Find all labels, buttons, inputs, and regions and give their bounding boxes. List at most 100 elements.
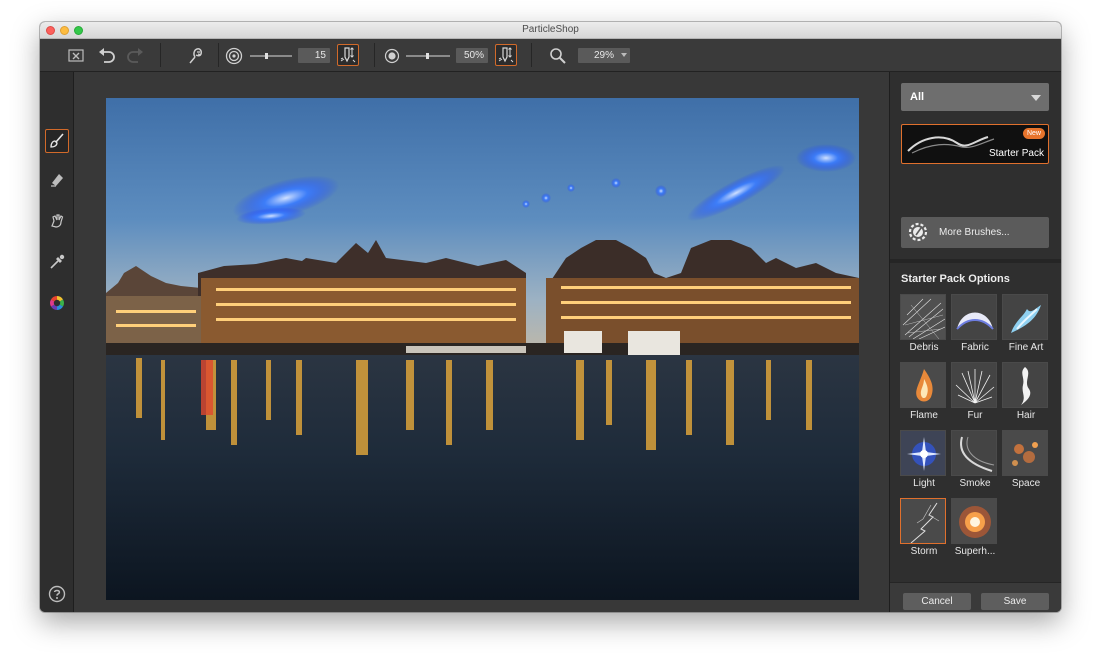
size-slider-thumb[interactable]	[265, 53, 268, 59]
new-badge: New	[1022, 128, 1045, 139]
opacity-pressure-button[interactable]	[495, 44, 517, 66]
chevron-down-icon	[621, 53, 627, 57]
brush-pack-card[interactable]: New Starter Pack	[901, 124, 1049, 164]
app-window: ParticleShop 15 50% 29% All New Starter …	[40, 22, 1061, 612]
brush-tile-fur[interactable]: Fur	[951, 362, 999, 426]
hair-thumbnail	[1002, 362, 1048, 408]
panel-footer: Cancel Save	[890, 582, 1061, 612]
brush-tile-hair[interactable]: Hair	[1002, 362, 1050, 426]
help-icon	[48, 585, 66, 603]
eraser-icon	[51, 174, 63, 187]
chevron-down-icon	[1031, 95, 1041, 101]
window-title: ParticleShop	[522, 24, 579, 35]
clear-canvas-button[interactable]	[66, 46, 88, 66]
clear-icon	[68, 49, 84, 62]
eraser-tool[interactable]	[45, 168, 69, 192]
hand-brush-icon	[189, 48, 202, 64]
brush-tile-smoke[interactable]: Smoke	[951, 430, 999, 494]
size-pressure-button[interactable]	[337, 44, 359, 66]
light-preview	[907, 437, 941, 471]
color-wheel-icon	[50, 296, 64, 310]
brush-tile-space[interactable]: Space	[1002, 430, 1050, 494]
magnifier-icon	[550, 48, 566, 64]
space-preview	[1012, 442, 1038, 466]
brush-gear-icon	[908, 222, 928, 242]
redo-icon	[127, 48, 143, 63]
stylus-pressure-icon	[340, 47, 356, 63]
toolbar-separator	[374, 43, 375, 67]
help-button[interactable]	[45, 582, 69, 606]
opacity-value-field[interactable]: 50%	[456, 48, 488, 63]
brush-label: Hair	[1016, 410, 1036, 421]
opacity-icon-wrap	[382, 46, 402, 66]
brush-category-value: All	[910, 91, 925, 103]
grab-hand-icon	[51, 214, 64, 228]
zoom-level-value: 29%	[593, 50, 614, 61]
light-thumbnail	[900, 430, 946, 476]
brush-tile-fabric[interactable]: Fabric	[951, 294, 999, 358]
fabric-preview	[956, 312, 994, 330]
fine-art-preview	[1011, 305, 1041, 333]
size-value-field[interactable]: 15	[298, 48, 330, 63]
tool-strip	[40, 72, 74, 612]
smoke-thumbnail	[951, 430, 997, 476]
save-button[interactable]: Save	[981, 593, 1049, 610]
more-brushes-label: More Brushes...	[939, 227, 1010, 238]
zoom-level-select[interactable]: 29%	[578, 48, 630, 63]
brush-tile-debris[interactable]: Debris	[900, 294, 948, 358]
brush-tile-fine-art[interactable]: Fine Art	[1002, 294, 1050, 358]
brush-size-icon-wrap	[224, 46, 244, 66]
brush-size-icon	[225, 47, 243, 65]
eyedropper-tool[interactable]	[45, 250, 69, 274]
photo-canvas[interactable]	[106, 98, 859, 600]
toolbar: 15 50% 29%	[40, 39, 1061, 72]
night-harbor-image	[106, 98, 859, 600]
brush-icon	[50, 133, 64, 148]
brush-category-select[interactable]: All	[901, 83, 1049, 111]
fine-art-thumbnail	[1002, 294, 1048, 340]
cancel-button[interactable]: Cancel	[903, 593, 971, 610]
brush-label: Space	[1011, 478, 1041, 489]
superhero-thumbnail	[951, 498, 997, 544]
superhero-preview	[959, 506, 991, 538]
hair-preview	[1021, 367, 1031, 405]
brush-tool[interactable]	[45, 129, 69, 153]
canvas-area	[74, 72, 889, 612]
brush-label: Superh...	[954, 546, 996, 557]
debris-thumbnail	[900, 294, 946, 340]
undo-icon	[99, 48, 115, 63]
more-brushes-button[interactable]: More Brushes...	[901, 217, 1049, 248]
brush-tile-superhero[interactable]: Superh...	[951, 498, 999, 562]
size-slider[interactable]	[250, 55, 292, 57]
flame-thumbnail	[900, 362, 946, 408]
redo-button[interactable]	[124, 46, 146, 66]
brush-tile-storm[interactable]: Storm	[900, 498, 948, 562]
zoom-button[interactable]	[548, 46, 568, 66]
brush-tile-flame[interactable]: Flame	[900, 362, 948, 426]
storm-thumbnail	[900, 498, 946, 544]
brush-label: Fine Art	[1008, 342, 1044, 353]
fur-thumbnail	[951, 362, 997, 408]
brush-controls-button[interactable]	[184, 45, 208, 67]
storm-preview	[910, 502, 940, 543]
fur-preview	[955, 369, 995, 404]
brush-pack-name: Starter Pack	[988, 148, 1044, 159]
opacity-icon	[384, 48, 400, 64]
color-picker-tool[interactable]	[45, 291, 69, 315]
fabric-thumbnail	[951, 294, 997, 340]
toolbar-separator	[531, 43, 532, 67]
toolbar-separator	[218, 43, 219, 67]
brush-tile-light[interactable]: Light	[900, 430, 948, 494]
space-thumbnail	[1002, 430, 1048, 476]
stylus-pressure-icon	[498, 47, 514, 63]
undo-button[interactable]	[96, 46, 118, 66]
options-title: Starter Pack Options	[901, 273, 1010, 285]
grab-tool[interactable]	[45, 209, 69, 233]
title-bar: ParticleShop	[40, 22, 1061, 39]
debris-preview	[902, 298, 945, 339]
flame-preview	[916, 369, 933, 402]
opacity-slider-thumb[interactable]	[426, 53, 429, 59]
toolbar-separator	[160, 43, 161, 67]
smoke-preview	[960, 436, 995, 472]
brush-panel: All New Starter Pack More Brushes... Sta…	[889, 72, 1061, 612]
